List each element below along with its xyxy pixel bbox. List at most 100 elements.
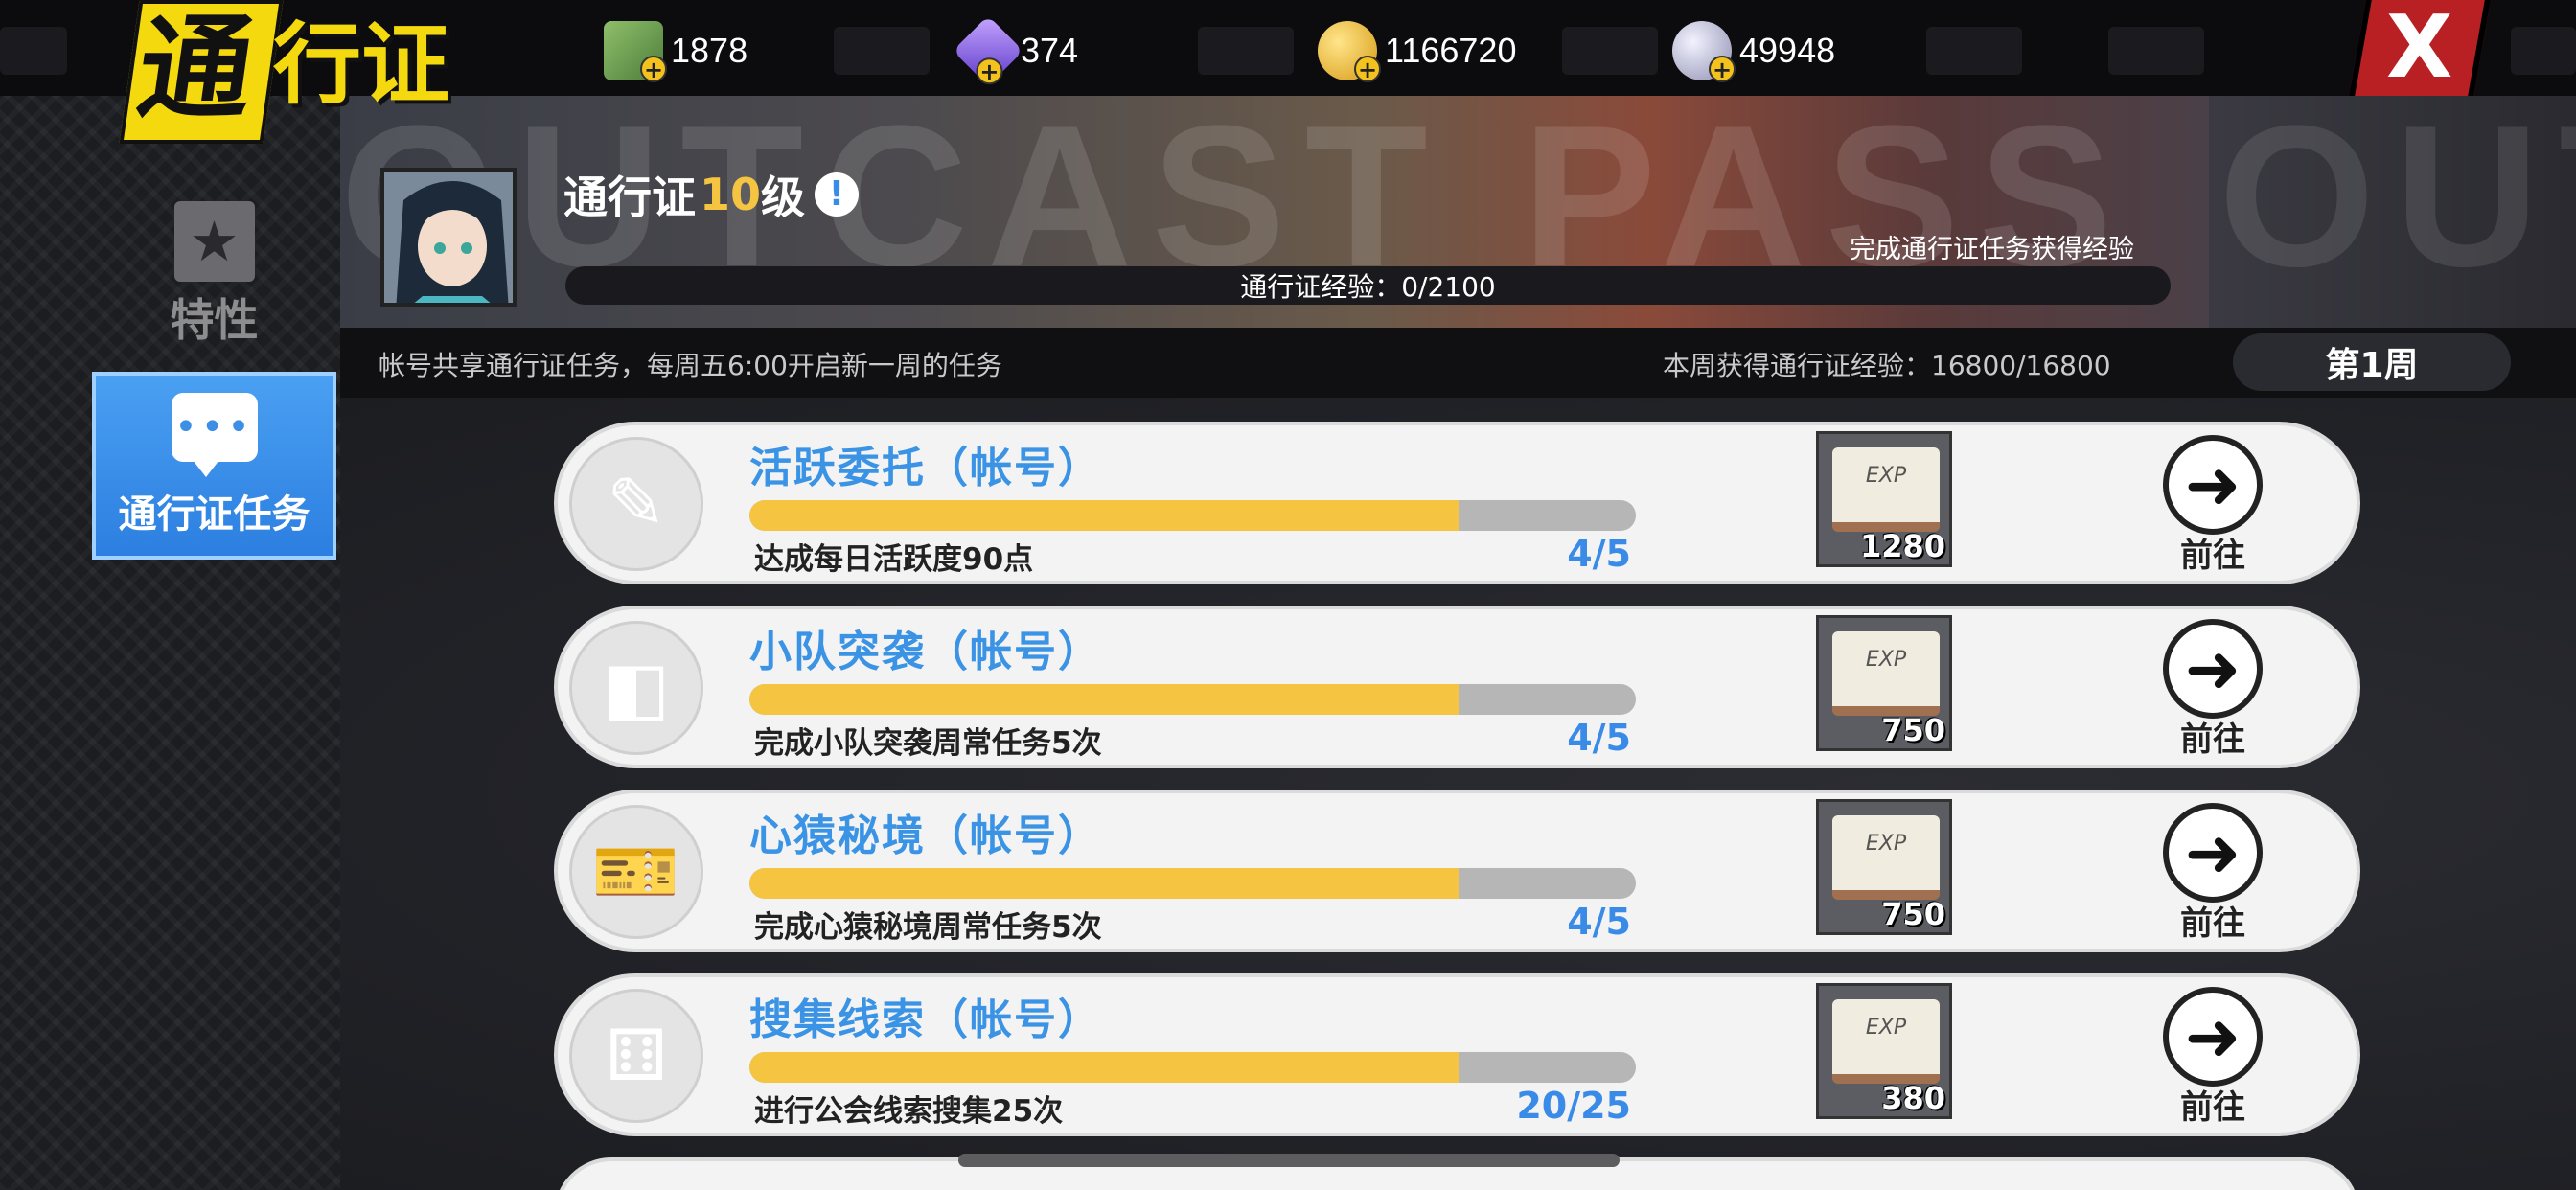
sidebar-item-label: 通行证任务: [118, 492, 310, 537]
reward-exp-book[interactable]: EXP 750: [1816, 799, 1952, 935]
go-label: 前往: [2180, 721, 2245, 759]
currency-silver[interactable]: + 49948: [1672, 17, 1835, 84]
exp-book-icon: EXP: [1832, 999, 1940, 1084]
gold-coin-icon: +: [1318, 21, 1381, 82]
ticket-icon: 🎫: [569, 805, 703, 939]
arrow-right-icon: ➜: [2163, 803, 2263, 903]
gem-value: 374: [1021, 31, 1079, 70]
sidebar: ★ 特性 ••• 通行证任务: [0, 96, 340, 1190]
sidebar-item-pass-tasks[interactable]: ••• 通行证任务: [92, 372, 336, 560]
go-button[interactable]: ➜ 前往: [2160, 435, 2266, 576]
currency-gold[interactable]: + 1166720: [1318, 17, 1516, 84]
reward-exp-book[interactable]: EXP 380: [1816, 983, 1952, 1119]
task-count: 4/5: [1567, 717, 1631, 759]
cash-value: 1878: [671, 31, 748, 70]
arrow-right-icon: ➜: [2163, 435, 2263, 535]
task-description: 进行公会线索搜集25次: [754, 1094, 1064, 1129]
pass-level-suffix: 级: [761, 172, 806, 223]
cube-icon: ◧: [569, 621, 703, 755]
bar-slot: [1198, 27, 1294, 75]
exp-book-icon: EXP: [1832, 447, 1940, 532]
currency-gem[interactable]: + 374: [953, 15, 1079, 86]
close-icon: X: [2386, 0, 2453, 98]
reward-value: 750: [1881, 896, 1945, 932]
exp-hint: 完成通行证任务获得经验: [1850, 235, 2134, 264]
task-progress-fill: [749, 868, 1459, 899]
weekly-exp-text: 本周获得通行证经验：16800/16800: [1663, 350, 2111, 381]
plus-icon[interactable]: +: [640, 56, 667, 82]
close-button[interactable]: X: [2349, 0, 2491, 98]
info-icon[interactable]: !: [815, 172, 860, 217]
arrow-right-icon: ➜: [2163, 987, 2263, 1087]
currency-cash[interactable]: + 1878: [604, 17, 748, 84]
scroll-indicator[interactable]: [958, 1154, 1620, 1167]
exp-text: 通行证经验：0/2100: [1240, 271, 1496, 303]
task-progress-fill: [749, 684, 1459, 715]
reward-value: 1280: [1859, 528, 1945, 564]
task-description: 达成每日活跃度90点: [754, 542, 1034, 577]
task-progress-fill: [749, 1052, 1459, 1083]
reward-value: 380: [1881, 1080, 1945, 1116]
gold-value: 1166720: [1385, 31, 1517, 70]
pass-banner-right: OUT: [2209, 96, 2576, 328]
bar-slot: [2511, 27, 2576, 75]
bar-slot: [2108, 27, 2204, 75]
task-progress-bar: [749, 684, 1636, 715]
silver-coin-icon: +: [1672, 21, 1736, 82]
pass-level: 通行证 10 级 !: [564, 163, 860, 226]
task-title: 小队突袭（帐号）: [749, 628, 1102, 676]
go-button[interactable]: ➜ 前往: [2160, 987, 2266, 1128]
silver-value: 49948: [1739, 31, 1836, 70]
plus-icon[interactable]: +: [976, 57, 1003, 85]
task-description: 完成心猿秘境周常任务5次: [754, 910, 1102, 945]
task-progress-bar: [749, 1052, 1636, 1083]
task-title: 心猿秘境（帐号）: [749, 812, 1102, 860]
go-label: 前往: [2180, 537, 2245, 575]
task-title: 搜集线索（帐号）: [749, 995, 1102, 1044]
task-title: 活跃委托（帐号）: [749, 444, 1102, 492]
reward-exp-book[interactable]: EXP 750: [1816, 615, 1952, 751]
info-bar: 帐号共享通行证任务，每周五6:00开启新一周的任务 本周获得通行证经验：1680…: [340, 328, 2576, 398]
arrow-right-icon: ➜: [2163, 619, 2263, 719]
pass-level-number: 10: [700, 169, 762, 220]
bar-slot: [1926, 27, 2022, 75]
exp-book-icon: EXP: [1832, 631, 1940, 716]
plus-icon[interactable]: +: [1354, 56, 1381, 82]
reward-exp-book[interactable]: EXP 1280: [1816, 431, 1952, 567]
purple-gem-icon: +: [953, 15, 1024, 86]
pass-level-prefix: 通行证: [564, 172, 696, 223]
avatar: [380, 168, 517, 307]
task-row: 🎫 心猿秘境（帐号） 完成心猿秘境周常任务5次 4/5 EXP 750 ➜ 前往: [554, 790, 2360, 952]
reward-value: 750: [1881, 712, 1945, 748]
chat-bubble-icon: •••: [171, 393, 258, 477]
task-description: 完成小队突袭周常任务5次: [754, 726, 1102, 761]
sidebar-item-label: 特性: [170, 294, 259, 346]
go-label: 前往: [2180, 904, 2245, 943]
task-row: ⚅ 搜集线索（帐号） 进行公会线索搜集25次 20/25 EXP 380 ➜ 前…: [554, 973, 2360, 1136]
go-button[interactable]: ➜ 前往: [2160, 619, 2266, 760]
dice-icon: ⚅: [569, 989, 703, 1123]
task-progress-bar: [749, 868, 1636, 899]
go-button[interactable]: ➜ 前往: [2160, 803, 2266, 944]
task-count: 4/5: [1567, 901, 1631, 943]
task-count: 20/25: [1516, 1085, 1631, 1127]
bar-slot: [1562, 27, 1658, 75]
week-badge: 第1周: [2233, 333, 2511, 391]
banner-bg-text-right: OUT: [2219, 96, 2576, 309]
bar-slot: [0, 27, 67, 75]
exp-progress-bar: 通行证经验：0/2100: [565, 266, 2171, 305]
cash-icon: +: [604, 21, 667, 82]
plus-icon[interactable]: +: [1709, 56, 1736, 82]
bar-slot: [834, 27, 930, 75]
notebook-pen-icon: ✎: [569, 437, 703, 571]
star-icon: ★: [173, 201, 255, 282]
task-progress-fill: [749, 500, 1459, 531]
task-count: 4/5: [1567, 533, 1631, 575]
exp-book-icon: EXP: [1832, 815, 1940, 900]
task-progress-bar: [749, 500, 1636, 531]
go-label: 前往: [2180, 1088, 2245, 1127]
character-portrait: [384, 172, 513, 303]
weekly-rule-text: 帐号共享通行证任务，每周五6:00开启新一周的任务: [379, 350, 1002, 381]
task-row: ✎ 活跃委托（帐号） 达成每日活跃度90点 4/5 EXP 1280 ➜ 前往: [554, 422, 2360, 584]
task-row: ◧ 小队突袭（帐号） 完成小队突袭周常任务5次 4/5 EXP 750 ➜ 前往: [554, 606, 2360, 768]
